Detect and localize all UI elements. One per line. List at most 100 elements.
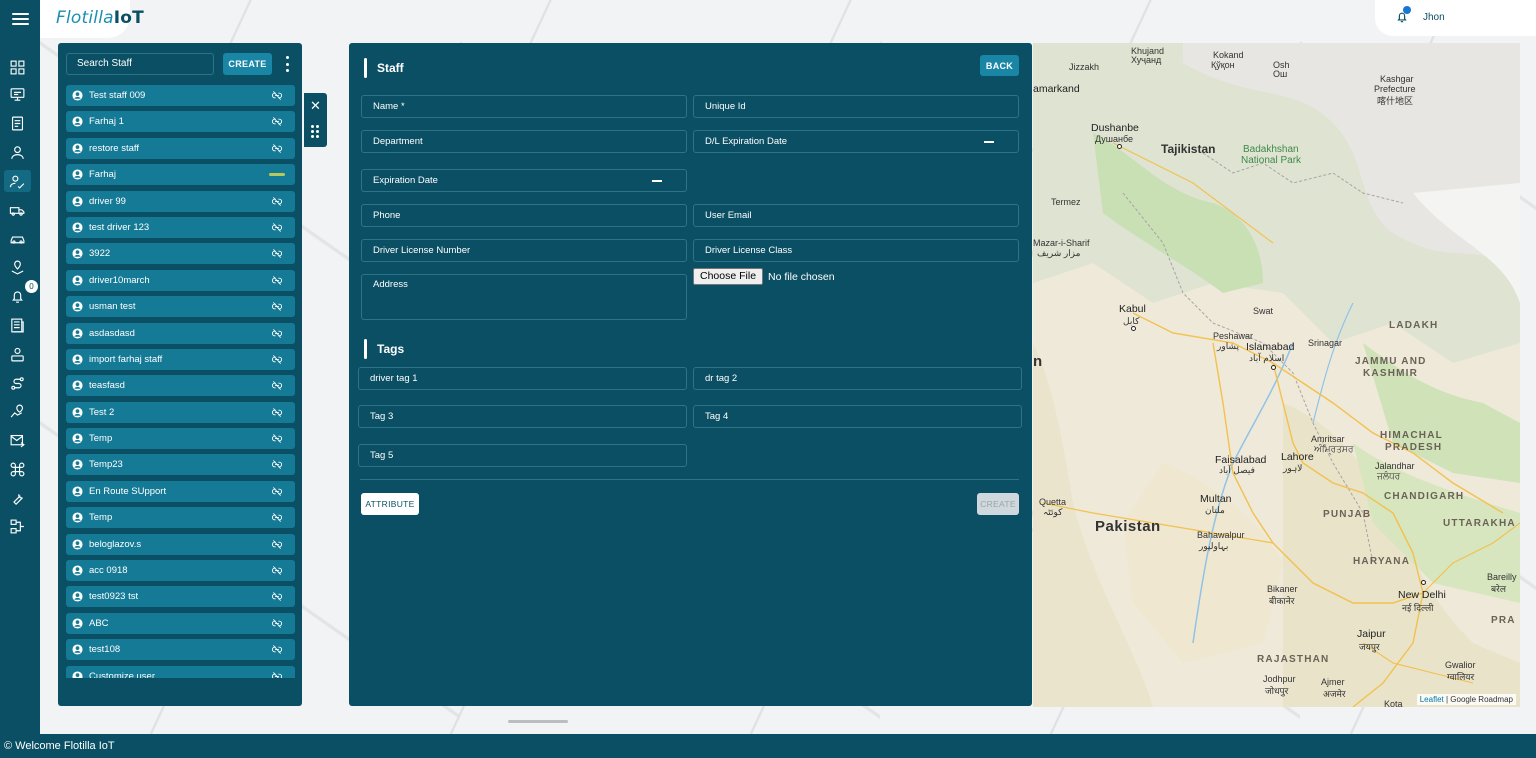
dashboard-icon[interactable]	[4, 56, 31, 78]
unlink-icon[interactable]	[271, 459, 283, 470]
unlink-icon[interactable]	[271, 565, 283, 576]
staff-list-item[interactable]: test108	[66, 639, 295, 661]
truck-icon[interactable]	[4, 199, 31, 221]
unlink-icon[interactable]	[271, 618, 283, 629]
menu-button[interactable]	[0, 0, 40, 38]
unlink-icon[interactable]	[271, 196, 283, 207]
staff-list-item[interactable]: ABC	[66, 612, 295, 634]
address-field[interactable]: Address	[361, 274, 687, 320]
more-options-icon[interactable]	[284, 56, 290, 72]
user-email-field[interactable]: User Email	[693, 204, 1019, 227]
unlink-icon[interactable]	[271, 116, 283, 127]
command-icon[interactable]	[4, 458, 31, 480]
create-staff-button[interactable]: CREATE	[223, 53, 272, 75]
back-button[interactable]: BACK	[980, 55, 1019, 76]
staff-list-item[interactable]: test0923 tst	[66, 586, 295, 608]
staff-list-item[interactable]: beloglazov.s	[66, 533, 295, 555]
name-field[interactable]: Name *	[361, 95, 687, 118]
staff-list-item[interactable]: restore staff	[66, 137, 295, 159]
map-label-kashgar-local: 喀什地区	[1377, 96, 1414, 106]
tag-3-field[interactable]: Tag 3	[358, 405, 687, 428]
geofence-icon[interactable]	[4, 256, 31, 278]
staff-list-item[interactable]: teasfasd	[66, 375, 295, 397]
notification-bell-icon[interactable]	[1395, 6, 1411, 24]
unlink-icon[interactable]	[271, 222, 283, 233]
unlink-icon[interactable]	[271, 90, 283, 101]
attribute-button[interactable]: ATTRIBUTE	[361, 493, 419, 515]
unlink-icon[interactable]	[271, 248, 283, 259]
unlink-icon[interactable]	[271, 301, 283, 312]
unlink-icon[interactable]	[271, 644, 283, 655]
user-icon[interactable]	[4, 141, 31, 163]
unlink-icon[interactable]	[271, 433, 283, 444]
map-view[interactable]: Khujand Хуҷанд Kokand Қўқон Osh Ош Jizza…	[1033, 43, 1520, 707]
staff-list-item[interactable]: Temp	[66, 507, 295, 529]
unlink-icon[interactable]	[271, 512, 283, 523]
staff-list-item[interactable]: driver 99	[66, 190, 295, 212]
staff-list-item[interactable]: Customize user	[66, 665, 295, 678]
staff-list[interactable]: Test staff 009 Farhaj 1 restore staff Farha…	[66, 85, 295, 678]
minus-icon[interactable]	[984, 141, 994, 143]
unlink-icon[interactable]	[271, 354, 283, 365]
unlink-icon[interactable]	[271, 407, 283, 418]
driver-icon[interactable]	[4, 343, 31, 365]
staff-icon[interactable]	[4, 170, 31, 192]
staff-list-item[interactable]: Test staff 009	[66, 85, 295, 106]
unlink-icon[interactable]	[271, 143, 283, 154]
staff-list-item[interactable]: import farhaj staff	[66, 348, 295, 370]
staff-list-item[interactable]: Temp	[66, 428, 295, 450]
staff-list-item[interactable]: Farhaj 1	[66, 111, 295, 133]
staff-list-item[interactable]: En Route SUpport	[66, 480, 295, 502]
minus-icon[interactable]	[652, 180, 662, 182]
staff-list-item[interactable]: usman test	[66, 296, 295, 318]
license-class-field[interactable]: Driver License Class	[693, 239, 1019, 262]
wrench-icon[interactable]	[4, 487, 31, 509]
drag-handle-icon[interactable]	[311, 125, 319, 138]
route-icon[interactable]	[4, 372, 31, 394]
workflow-icon[interactable]	[4, 515, 31, 537]
car-icon[interactable]	[4, 227, 31, 249]
unlink-icon[interactable]	[271, 380, 283, 391]
report-icon[interactable]	[4, 112, 31, 134]
dl-expiration-field[interactable]: D/L Expiration Date	[693, 130, 1019, 153]
tag-1-field[interactable]: driver tag 1	[358, 367, 687, 390]
tag-4-field[interactable]: Tag 4	[693, 405, 1022, 428]
staff-list-item[interactable]: Temp23	[66, 454, 295, 476]
unlink-icon[interactable]	[271, 539, 283, 550]
unlink-icon[interactable]	[271, 275, 283, 286]
location-icon[interactable]	[4, 400, 31, 422]
unlink-icon[interactable]	[271, 486, 283, 497]
unlink-icon[interactable]	[271, 671, 283, 678]
choose-file-button[interactable]: Choose File	[693, 268, 764, 285]
close-icon[interactable]: ✕	[310, 99, 321, 112]
tag-2-field[interactable]: dr tag 2	[693, 367, 1022, 390]
mail-icon[interactable]	[4, 429, 31, 451]
unique-id-field[interactable]: Unique Id	[693, 95, 1019, 118]
document-icon[interactable]	[4, 314, 31, 336]
create-button[interactable]: CREATE	[977, 493, 1019, 515]
staff-list-item[interactable]: asdasdasd	[66, 322, 295, 344]
bell-icon[interactable]: 0	[4, 280, 38, 307]
staff-list-item[interactable]: driver10march	[66, 269, 295, 291]
user-name[interactable]: Jhon	[1423, 12, 1445, 23]
staff-list-item[interactable]: Test 2	[66, 401, 295, 423]
department-field[interactable]: Department	[361, 130, 687, 153]
search-staff-input[interactable]: Search Staff	[66, 53, 214, 75]
panel-resize-handle[interactable]	[508, 720, 568, 723]
staff-list-item[interactable]: 3922	[66, 243, 295, 265]
user-circle-icon	[72, 671, 83, 678]
expiration-date-field[interactable]: Expiration Date	[361, 169, 687, 192]
phone-field[interactable]: Phone	[361, 204, 687, 227]
monitor-icon[interactable]	[4, 83, 31, 105]
license-number-field[interactable]: Driver License Number	[361, 239, 687, 262]
nav-rail: 0	[0, 38, 40, 734]
leaflet-link[interactable]: Leaflet	[1420, 695, 1444, 704]
staff-list-item[interactable]: Farhaj	[66, 164, 295, 186]
staff-list-item[interactable]: acc 0918	[66, 560, 295, 582]
staff-name: restore staff	[89, 142, 139, 154]
tag-5-field[interactable]: Tag 5	[358, 444, 687, 467]
staff-list-item[interactable]: test driver 123	[66, 216, 295, 238]
unlink-icon[interactable]	[271, 328, 283, 339]
unlink-icon[interactable]	[271, 591, 283, 602]
logo[interactable]: FlotillaIoT	[56, 8, 144, 28]
